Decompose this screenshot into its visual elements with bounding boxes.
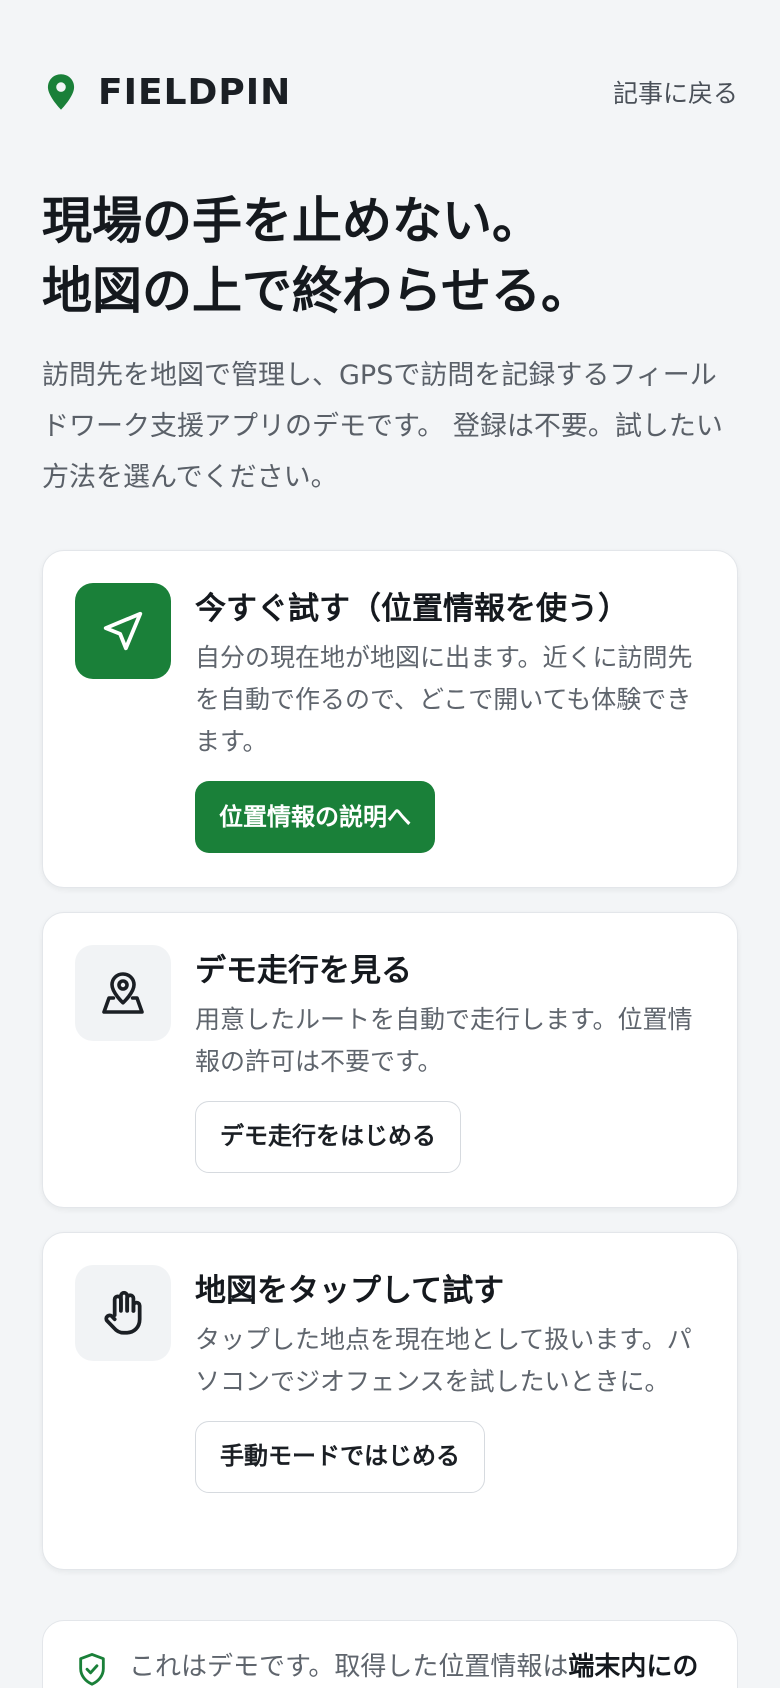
option-content: 地図をタップして試す タップした地点を現在地として扱います。パソコンでジオフェン… (195, 1269, 699, 1493)
option-title: 地図をタップして試す (195, 1273, 505, 1309)
option-icon-container (75, 945, 171, 1041)
hand-tap-icon (104, 1290, 142, 1335)
option-description: 用意したルートを自動で走行します。位置情報の許可は不要です。 (195, 1005, 693, 1076)
page-title-line-1: 現場の手を止めない。 (42, 192, 542, 250)
option-card-use-location: 今すぐ試す（位置情報を使う） 自分の現在地が地図に出ます。近くに訪問先を自動で作… (42, 550, 738, 888)
start-manual-mode-button[interactable]: 手動モードではじめる (195, 1421, 485, 1493)
option-description: 自分の現在地が地図に出ます。近くに訪問先を自動で作るので、どこで開いても体験でき… (195, 643, 693, 756)
option-icon-container (75, 1265, 171, 1361)
page-description: 訪問先を地図で管理し、GPSで訪問を記録するフィールドワーク支援アプリのデモです… (42, 360, 723, 493)
page-title-line-2: 地図の上で終わらせる。 (42, 262, 591, 320)
option-icon-container (75, 583, 171, 679)
back-to-article-link[interactable]: 記事に戻る (613, 74, 738, 110)
option-card-manual-mode: 地図をタップして試す タップした地点を現在地として扱います。パソコンでジオフェン… (42, 1232, 738, 1570)
map-pin-icon (47, 74, 75, 110)
option-description: タップした地点を現在地として扱います。パソコンでジオフェンスを試したいときに。 (195, 1325, 692, 1396)
brand: FIELDPIN (42, 72, 291, 113)
privacy-notice: これはデモです。取得した位置情報は端末内にの (42, 1620, 738, 1688)
option-content: デモ走行を見る 用意したルートを自動で走行します。位置情報の許可は不要です。 デ… (195, 949, 699, 1173)
option-title: 今すぐ試す（位置情報を使う） (195, 591, 629, 627)
shield-check-icon (79, 1652, 105, 1686)
map-pin-person-icon (102, 972, 144, 1014)
option-card-demo-drive: デモ走行を見る 用意したルートを自動で走行します。位置情報の許可は不要です。 デ… (42, 912, 738, 1208)
location-info-button[interactable]: 位置情報の説明へ (195, 781, 435, 853)
page-title: 現場の手を止めない。 地図の上で終わらせる。 (42, 186, 738, 326)
brand-name: FIELDPIN (98, 71, 292, 113)
privacy-notice-prefix: これはデモです。取得した位置情報は (129, 1652, 569, 1682)
navigation-arrow-icon (103, 611, 143, 651)
header: FIELDPIN 記事に戻る (42, 64, 738, 120)
demo-start-page: FIELDPIN 記事に戻る 現場の手を止めない。 地図の上で終わらせる。 訪問… (0, 0, 780, 1688)
start-demo-drive-button[interactable]: デモ走行をはじめる (195, 1101, 461, 1173)
option-title: デモ走行を見る (195, 953, 412, 989)
privacy-notice-text: これはデモです。取得した位置情報は端末内にの (129, 1647, 707, 1687)
privacy-notice-emphasis: 端末内にの (568, 1652, 699, 1682)
option-content: 今すぐ試す（位置情報を使う） 自分の現在地が地図に出ます。近くに訪問先を自動で作… (195, 587, 699, 853)
